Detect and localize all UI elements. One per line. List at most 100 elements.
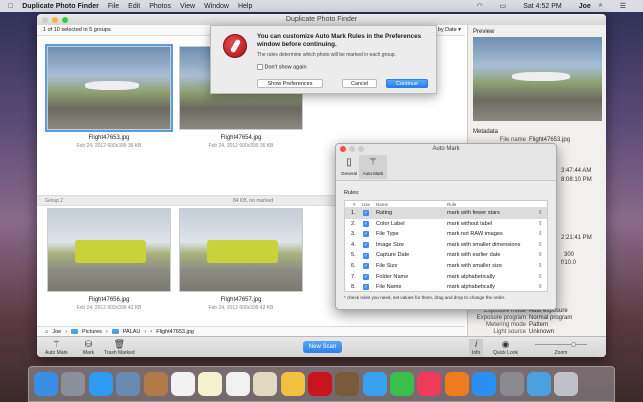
rule-use-checkbox[interactable]: ✓ [363,273,369,280]
rule-select[interactable]: mark not RAW images [447,229,503,240]
stepper-icon[interactable]: ⇕ [538,282,543,293]
minimize-button[interactable] [349,146,355,152]
list-icon[interactable]: ☰ [620,2,626,10]
dock-app-icon[interactable] [390,372,415,396]
dock-app-icon[interactable] [225,372,250,396]
menu-photos[interactable]: Photos [149,3,171,10]
rule-select[interactable]: mark with smaller dimensions [447,240,520,251]
dock-app-icon[interactable] [362,372,387,396]
meta-row: Exposure program Normal program [476,315,573,321]
rule-number: 4. [351,241,356,248]
rule-use-checkbox[interactable]: ✓ [363,242,369,249]
rule-select[interactable]: mark alphabetically [447,282,495,293]
rule-row[interactable]: 7. ✓ Folder Name mark alphabetically ⇕ [345,272,547,283]
dock-app-icon[interactable] [307,372,332,396]
dock-app-icon[interactable] [335,372,360,396]
rule-use-checkbox[interactable]: ✓ [363,220,369,227]
stepper-icon[interactable]: ⇕ [538,240,543,251]
rule-row[interactable]: 3. ✓ File Type mark not RAW images ⇕ [345,229,547,240]
mark-button[interactable]: ⛁ Mark [83,339,94,356]
menu-window[interactable]: Window [204,3,229,10]
photo-thumbnail[interactable] [179,208,303,292]
dont-show-again-checkbox[interactable]: Don't show again [257,64,307,70]
photo-thumbnail[interactable] [47,208,171,292]
rule-use-checkbox[interactable]: ✓ [363,284,369,291]
crumb-file[interactable]: Flight47653.jpg [156,327,194,337]
auto-mark-button[interactable]: ⚚ Auto Mark [45,339,68,356]
mark-icon: ⛁ [84,339,93,349]
dock-app-icon[interactable] [527,372,552,396]
stepper-icon[interactable]: ⇕ [538,219,543,230]
clock[interactable]: Sat 4:52 PM [523,3,562,10]
rule-use-checkbox[interactable]: ✓ [363,210,369,217]
menu-app[interactable]: Duplicate Photo Finder [22,3,99,10]
dock-app-icon[interactable] [170,372,195,396]
close-button[interactable] [340,146,346,152]
rule-select[interactable]: mark with smaller size [447,261,502,272]
info-button[interactable]: i Info [469,339,484,356]
quick-look-button[interactable]: ◉ Quick Look [493,339,518,356]
menu-view[interactable]: View [180,3,195,10]
search-icon[interactable]: ⌕ [599,2,603,10]
rule-row[interactable]: 2. ✓ Color Label mark without label ⇕ [345,219,547,230]
stepper-icon[interactable]: ⇕ [538,208,543,219]
photo-tile[interactable]: Flight47653.jpg Feb 24, 2012 600x399 36 … [45,44,173,149]
apple-icon[interactable]:  [8,3,13,10]
rule-number: 5. [351,252,356,259]
dock-app-icon[interactable] [88,372,113,396]
continue-button[interactable]: Continue [386,79,428,88]
tab-auto-mark[interactable]: ⚚ Auto Mark [359,155,387,179]
cancel-button[interactable]: Cancel [342,79,377,88]
crumb-palau[interactable]: PALAU [123,327,141,337]
dock-app-icon[interactable] [499,372,524,396]
rule-select[interactable]: mark with fewer stars [447,208,500,219]
rule-row[interactable]: 8. ✓ File Name mark alphabetically ⇕ [345,282,547,293]
close-button[interactable] [42,17,48,23]
rule-row[interactable]: 1. ✓ Rating mark with fewer stars ⇕ [345,208,547,219]
stepper-icon[interactable]: ⇕ [538,261,543,272]
rule-use-checkbox[interactable]: ✓ [363,231,369,238]
show-preferences-button[interactable]: Show Preferences [257,79,323,88]
rule-select[interactable]: mark with earlier date [447,250,500,261]
rule-select[interactable]: mark without label [447,219,492,230]
dock-app-icon[interactable] [253,372,278,396]
rule-row[interactable]: 6. ✓ File Size mark with smaller size ⇕ [345,261,547,272]
dock-app-icon[interactable] [554,372,579,396]
zoom-button[interactable] [358,146,364,152]
dock-app-icon[interactable] [116,372,141,396]
menu-file[interactable]: File [108,3,119,10]
dock-app-icon[interactable] [198,372,223,396]
stepper-icon[interactable]: ⇕ [538,272,543,283]
dock-app-icon[interactable] [34,372,58,396]
dock-app-icon[interactable] [143,372,168,396]
dock-app-icon[interactable] [417,372,442,396]
rule-row[interactable]: 5. ✓ Capture Date mark with earlier date… [345,250,547,261]
photo-tile[interactable]: Flight47657.jpg Feb 24, 2012 600x399 42 … [179,208,303,311]
zoom-button[interactable] [62,17,68,23]
minimize-button[interactable] [52,17,58,23]
photo-tile[interactable]: Flight47656.jpg Feb 24, 2012 600x399 42 … [47,208,171,311]
photo-thumbnail[interactable] [45,44,173,132]
menu-edit[interactable]: Edit [128,3,140,10]
rule-select[interactable]: mark alphabetically [447,272,495,283]
dock-app-icon[interactable] [472,372,497,396]
dock-app-icon[interactable] [61,372,86,396]
zoom-control[interactable]: Zoom [525,339,597,356]
tab-general[interactable]: ▯ General [338,155,360,179]
crumb-joe[interactable]: Joe [52,327,61,337]
rule-use-checkbox[interactable]: ✓ [363,252,369,259]
rule-use-checkbox[interactable]: ✓ [363,263,369,270]
user-name[interactable]: Joe [579,3,591,10]
zoom-slider[interactable] [525,339,597,350]
wifi-icon[interactable]: ◠ [476,2,482,10]
trash-marked-button[interactable]: 🗑 Trash Marked [104,339,135,356]
new-scan-button[interactable]: New Scan [303,341,342,353]
crumb-pictures[interactable]: Pictures [82,327,102,337]
dock-app-icon[interactable] [280,372,305,396]
menu-help[interactable]: Help [238,3,252,10]
stepper-icon[interactable]: ⇕ [538,229,543,240]
battery-icon[interactable]: ▭ [500,2,507,10]
dock-app-icon[interactable] [444,372,469,396]
rule-row[interactable]: 4. ✓ Image Size mark with smaller dimens… [345,240,547,251]
stepper-icon[interactable]: ⇕ [538,250,543,261]
